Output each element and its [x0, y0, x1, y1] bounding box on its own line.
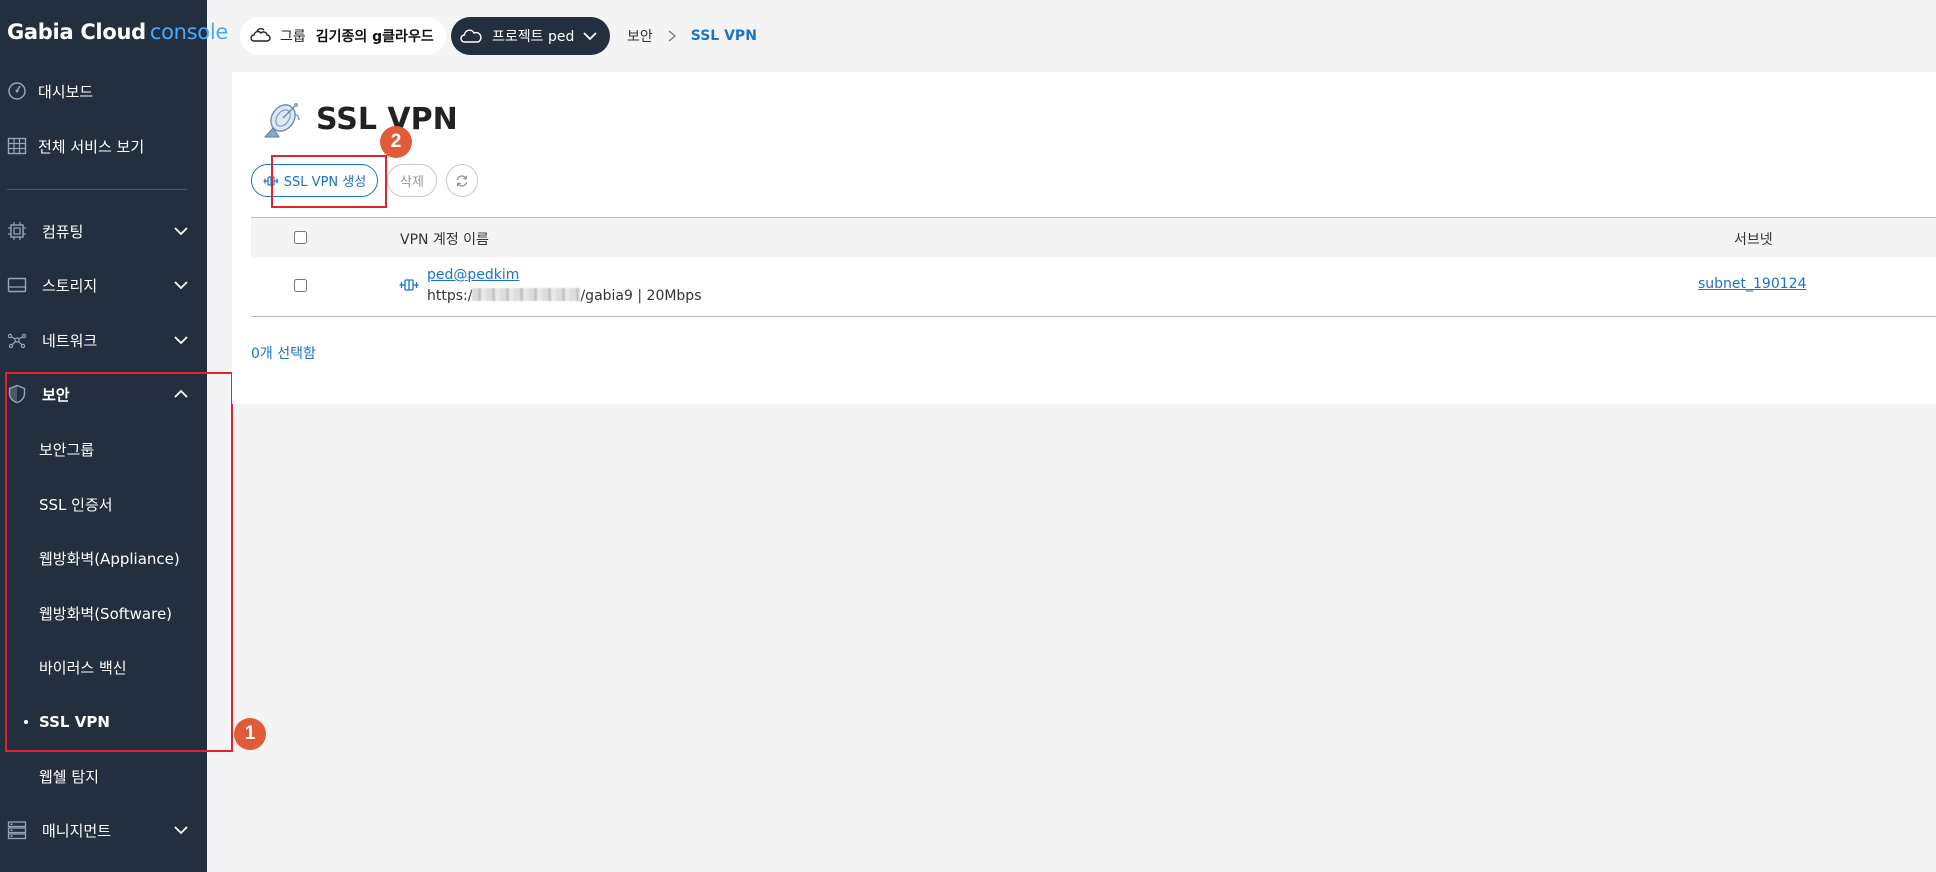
row-checkbox[interactable] — [294, 279, 307, 292]
refresh-icon — [456, 174, 468, 187]
vpn-url-prefix: https:/ — [427, 288, 473, 304]
sidebar-item-dashboard[interactable]: 대시보드 — [0, 71, 207, 111]
management-icon — [6, 819, 28, 841]
selected-count: 0개 선택함 — [251, 346, 316, 362]
table-row: ped@pedkim https:/ /gabia9 | 20Mbps subne… — [251, 257, 1936, 316]
vpn-account-link[interactable]: ped@pedkim — [427, 267, 519, 283]
sidebar-sub-label: 웹쉘 탐지 — [39, 767, 99, 786]
sidebar-item-all-services[interactable]: 전체 서비스 보기 — [0, 126, 207, 166]
sidebar-item-label: 컴퓨팅 — [42, 222, 84, 241]
subnet-link[interactable]: subnet_190124 — [1698, 276, 1806, 292]
logo-brand: Gabia Cloud — [7, 20, 146, 44]
project-label: 프로젝트 ped — [492, 29, 575, 45]
dashboard-icon — [6, 80, 28, 102]
cloud-multi-icon — [250, 27, 271, 42]
vpn-url-suffix: /gabia9 | 20Mbps — [580, 288, 702, 304]
vpn-url: https:/ /gabia9 | 20Mbps — [427, 288, 702, 304]
redacted-host — [472, 288, 581, 301]
sidebar-item-label: 네트워크 — [42, 331, 98, 350]
breadcrumb: 보안 SSL VPN — [627, 26, 757, 46]
chevron-down-icon — [174, 281, 188, 290]
annotation-badge-2: 2 — [380, 126, 412, 158]
group-name: 김기종의 g클라우드 — [315, 29, 434, 45]
vpn-icon — [399, 279, 419, 291]
logo[interactable]: Gabia Cloud console — [7, 20, 228, 44]
grid-icon — [6, 135, 28, 157]
table-header: VPN 계정 이름 서브넷 — [251, 218, 1936, 257]
sidebar-item-computing[interactable]: 컴퓨팅 — [0, 211, 207, 251]
delete-button-label: 삭제 — [400, 175, 424, 190]
sidebar-sub-webshell[interactable]: 웹쉘 탐지 — [0, 756, 207, 796]
annotation-box-1 — [5, 372, 233, 752]
sidebar-item-management[interactable]: 매니지먼트 — [0, 810, 207, 850]
satellite-icon — [259, 100, 303, 140]
cloud-icon — [460, 29, 482, 43]
sidebar-item-network[interactable]: 네트워크 — [0, 320, 207, 360]
project-selector[interactable]: 프로젝트 ped — [451, 17, 610, 55]
cpu-icon — [6, 220, 28, 242]
network-icon — [6, 329, 28, 351]
sidebar-item-label: 스토리지 — [42, 276, 98, 295]
logo-console: console — [149, 20, 228, 44]
select-all-checkbox[interactable] — [294, 231, 307, 244]
group-selector[interactable]: 그룹 김기종의 g클라우드 — [240, 17, 446, 55]
breadcrumb-security[interactable]: 보안 — [627, 26, 653, 46]
chevron-down-icon — [174, 227, 188, 236]
chevron-down-icon — [583, 32, 597, 41]
chevron-right-icon — [667, 30, 677, 42]
sidebar-item-label: 매니지먼트 — [42, 821, 112, 840]
sidebar-item-storage[interactable]: 스토리지 — [0, 265, 207, 305]
chevron-down-icon — [174, 826, 188, 835]
sidebar-item-label: 전체 서비스 보기 — [38, 137, 145, 156]
chevron-down-icon — [174, 336, 188, 345]
delete-button[interactable]: 삭제 — [387, 164, 437, 197]
sidebar-divider — [7, 189, 187, 190]
group-label: 그룹 — [280, 29, 306, 45]
annotation-badge-1: 1 — [234, 718, 266, 750]
column-header-vpn-account: VPN 계정 이름 — [400, 232, 489, 248]
refresh-button[interactable] — [446, 164, 478, 197]
breadcrumb-current: SSL VPN — [690, 28, 757, 44]
annotation-box-2 — [271, 155, 387, 208]
table-bottom-border — [251, 316, 1936, 317]
storage-icon — [6, 274, 28, 296]
sidebar-item-label: 대시보드 — [38, 82, 94, 101]
column-header-subnet: 서브넷 — [1734, 232, 1773, 248]
